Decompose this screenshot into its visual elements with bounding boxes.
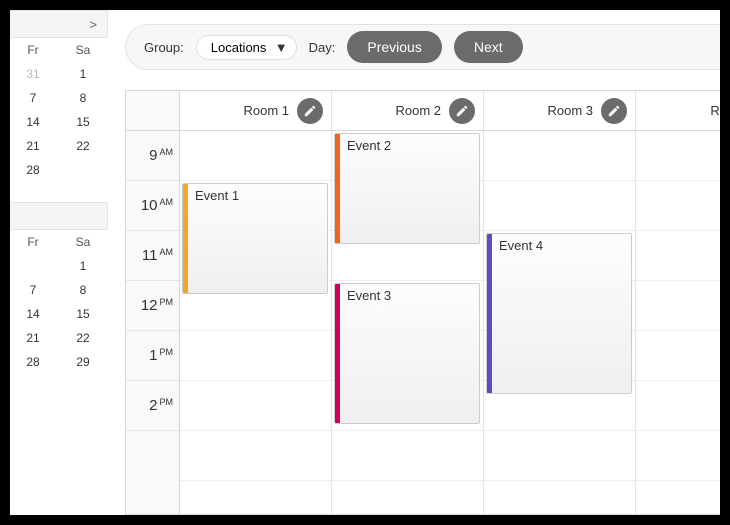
scheduler-header: Room 1 Room 2 Room 3 Room: [126, 91, 720, 131]
group-label: Group:: [144, 40, 184, 55]
mini-calendar-next[interactable]: >: [85, 17, 101, 32]
column-header: Room: [636, 91, 720, 130]
room-name: Room 1: [243, 103, 289, 118]
grid-column[interactable]: [636, 131, 720, 514]
calendar-day[interactable]: 8: [58, 86, 108, 110]
calendar-day[interactable]: 27: [0, 158, 8, 182]
calendar-day[interactable]: 27: [0, 350, 8, 374]
calendar-day[interactable]: 15: [58, 110, 108, 134]
calendar-day[interactable]: 29: [58, 350, 108, 374]
edit-room-button[interactable]: [601, 98, 627, 124]
calendar-day[interactable]: 22: [58, 134, 108, 158]
calendar-day[interactable]: 8: [58, 278, 108, 302]
group-select-wrap[interactable]: Locations ▼: [196, 35, 297, 60]
weekday-label: Sa: [58, 38, 108, 62]
calendar-day[interactable]: 31: [8, 62, 58, 86]
calendar-day[interactable]: 28: [8, 350, 58, 374]
calendar-day[interactable]: 22: [58, 326, 108, 350]
column-header: Room 3: [484, 91, 636, 130]
calendar-event[interactable]: Event 2: [334, 133, 480, 244]
weekday-label: Sa: [58, 230, 108, 254]
time-axis: 9AM10AM11AM12PM1PM2PM: [126, 131, 180, 514]
event-color-bar: [183, 184, 188, 293]
mini-calendar-1[interactable]: 2025 > ThFrSa 303116781314152021222728: [0, 10, 108, 182]
column-header: Room 2: [332, 91, 484, 130]
pencil-icon: [303, 104, 317, 118]
calendar-day[interactable]: 15: [58, 302, 108, 326]
pencil-icon: [455, 104, 469, 118]
calendar-event[interactable]: Event 4: [486, 233, 632, 394]
calendar-day[interactable]: 6: [0, 278, 8, 302]
weekday-label: Th: [0, 230, 8, 254]
event-title: Event 4: [499, 238, 625, 253]
mini-calendar-sidebar: 2025 > ThFrSa 303116781314152021222728 2…: [0, 10, 108, 394]
calendar-day[interactable]: 7: [8, 278, 58, 302]
calendar-event[interactable]: Event 3: [334, 283, 480, 424]
time-label: 11AM: [126, 231, 179, 281]
calendar-day[interactable]: 1: [58, 254, 108, 278]
group-select[interactable]: Locations: [211, 40, 283, 55]
calendar-day[interactable]: 1: [58, 62, 108, 86]
weekday-label: Fr: [8, 38, 58, 62]
day-label: Day:: [309, 40, 336, 55]
event-color-bar: [335, 134, 340, 243]
calendar-day[interactable]: 20: [0, 134, 8, 158]
calendar-day[interactable]: 20: [0, 326, 8, 350]
toolbar: Group: Locations ▼ Day: Previous Next: [125, 24, 720, 70]
calendar-day[interactable]: 21: [8, 134, 58, 158]
pencil-icon: [607, 104, 621, 118]
calendar-event[interactable]: Event 1: [182, 183, 328, 294]
calendar-day[interactable]: 14: [8, 302, 58, 326]
room-name: Room: [710, 103, 720, 118]
event-color-bar: [335, 284, 340, 423]
event-title: Event 3: [347, 288, 473, 303]
edit-room-button[interactable]: [297, 98, 323, 124]
calendar-day[interactable]: [0, 254, 8, 278]
time-label: 2PM: [126, 381, 179, 431]
next-button[interactable]: Next: [454, 31, 523, 63]
event-color-bar: [487, 234, 492, 393]
edit-room-button[interactable]: [449, 98, 475, 124]
room-name: Room 2: [395, 103, 441, 118]
calendar-day[interactable]: 30: [0, 62, 8, 86]
mini-calendar-2[interactable]: 2025 ThFrSa 1678131415202122272829: [0, 202, 108, 374]
event-title: Event 2: [347, 138, 473, 153]
time-label: 1PM: [126, 331, 179, 381]
time-label: 12PM: [126, 281, 179, 331]
calendar-day[interactable]: 13: [0, 110, 8, 134]
time-label: 9AM: [126, 131, 179, 181]
calendar-day[interactable]: 21: [8, 326, 58, 350]
weekday-label: Fr: [8, 230, 58, 254]
calendar-day[interactable]: 13: [0, 302, 8, 326]
previous-button[interactable]: Previous: [347, 31, 441, 63]
scheduler: Room 1 Room 2 Room 3 Room 9AM10AM11AM12PM1P…: [125, 90, 720, 515]
calendar-day[interactable]: [58, 158, 108, 182]
calendar-day[interactable]: 28: [8, 158, 58, 182]
calendar-day[interactable]: 6: [0, 86, 8, 110]
event-title: Event 1: [195, 188, 321, 203]
calendar-day[interactable]: 7: [8, 86, 58, 110]
weekday-label: Th: [0, 38, 8, 62]
column-header: Room 1: [180, 91, 332, 130]
calendar-day[interactable]: 14: [8, 110, 58, 134]
scheduler-grid[interactable]: Event 1 Event 2 Event 3 Event 4: [180, 131, 720, 514]
room-name: Room 3: [547, 103, 593, 118]
scheduler-corner: [126, 91, 180, 130]
calendar-day[interactable]: [8, 254, 58, 278]
time-label: 10AM: [126, 181, 179, 231]
